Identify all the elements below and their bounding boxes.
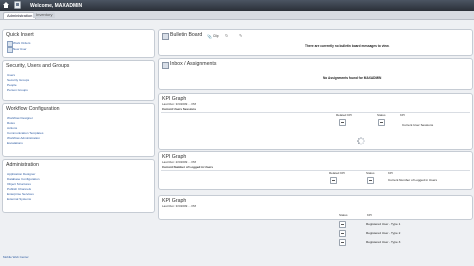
kpi-col-related-1: Related KPI <box>336 113 353 117</box>
link-publish-channels[interactable]: Publish Channels <box>7 187 31 191</box>
workflow-panel: Workflow Configuration Workflow Designer… <box>2 103 155 157</box>
kpi-name-1: Current Users Sessions <box>162 107 197 111</box>
link-external-systems[interactable]: External Systems <box>7 197 31 201</box>
inbox-icon <box>162 62 169 69</box>
welcome-text: Welcome, MAXADMIN <box>30 2 83 9</box>
kpi-value-3b: Registered User - Type 2 <box>366 231 401 235</box>
kpi-col-status-1: Status <box>377 113 386 117</box>
bulletin-icon <box>162 33 169 40</box>
administration-panel: Administration Application Designer Data… <box>2 159 155 213</box>
link-communication-templates[interactable]: Communication Templates <box>7 131 43 135</box>
related-kpi-button-1[interactable] <box>339 119 346 126</box>
kpi-col-related-2: Related KPI <box>329 171 346 175</box>
inbox-title: Inbox / Assignments <box>170 61 217 67</box>
link-object-structures[interactable]: Object Structures <box>7 182 31 186</box>
kpi-col-status-3: Status <box>339 213 348 217</box>
link-application-designer[interactable]: Application Designer <box>7 172 35 176</box>
link-escalations[interactable]: Escalations <box>7 141 23 145</box>
link-roles[interactable]: Roles <box>7 121 15 125</box>
footer-link[interactable]: Mobile Web Center <box>3 255 29 259</box>
related-kpi-button-2[interactable] <box>330 177 337 184</box>
kpi-value-3a: Registered User - Type 1 <box>366 222 401 226</box>
kpi-graph-panel-1: KPI Graph Last Run: 3/3/2009 ... PM Curr… <box>158 93 473 150</box>
quick-insert-item-work-orders[interactable]: Work Orders <box>13 41 30 45</box>
clip-button[interactable]: Clip <box>213 34 219 38</box>
inbox-message: No Assignments found for MAXADMIN <box>323 76 382 80</box>
clip-icon[interactable]: 📎 <box>207 34 212 39</box>
workflow-title: Workflow Configuration <box>6 106 60 112</box>
home-icon[interactable] <box>3 2 9 8</box>
link-database-configuration[interactable]: Database Configuration <box>7 177 40 181</box>
link-workflow-administration[interactable]: Workflow Administration <box>7 136 40 140</box>
link-users[interactable]: Users <box>7 73 15 77</box>
bulletin-board-panel: Bulletin Board 📎 Clip ↻ ✎ There are curr… <box>158 29 473 56</box>
bulletin-title: Bulletin Board <box>170 32 203 38</box>
kpi-last-run-3: Last Run: 3/3/2009 ... PM <box>162 204 197 208</box>
kpi-col-status-2: Status <box>366 171 375 175</box>
kpi-graph-panel-2: KPI Graph Last Run: 2/3/2009 ... PM Curr… <box>158 151 473 190</box>
kpi-graph-panel-3: KPI Graph Last Run: 3/3/2009 ... PM Stat… <box>158 195 473 220</box>
kpi-col-kpi-1: KPI <box>400 113 405 117</box>
tab-bar: Administration Inventory <box>0 11 474 20</box>
tab-inventory[interactable]: Inventory <box>33 12 56 18</box>
kpi-col-kpi-3: KPI <box>367 213 372 217</box>
status-button-3c[interactable] <box>339 239 346 246</box>
status-button-3a[interactable] <box>339 221 346 228</box>
refresh-icon[interactable]: ↻ <box>225 33 228 38</box>
link-person-groups[interactable]: Person Groups <box>7 88 28 92</box>
kpi-last-run-2: Last Run: 2/3/2009 ... PM <box>162 160 197 164</box>
inbox-panel: Inbox / Assignments No Assignments found… <box>158 58 473 90</box>
kpi-name-2: Current Number of Logged in Users <box>162 165 214 169</box>
status-button-3b[interactable] <box>339 230 346 237</box>
kpi-value-2: Current Number of Logged in Users <box>388 178 438 182</box>
security-panel: Security, Users and Groups Users Securit… <box>2 60 155 101</box>
link-workflow-designer[interactable]: Workflow Designer <box>7 116 33 120</box>
link-security-groups[interactable]: Security Groups <box>7 78 29 82</box>
kpi-last-run-1: Last Run: 3/3/2009 ... PM <box>162 102 197 106</box>
kpi-divider-1 <box>161 112 470 113</box>
quick-insert-title: Quick Insert <box>6 32 34 38</box>
kpi-value-1: Current User Sessions <box>402 123 434 127</box>
status-button-2[interactable] <box>367 177 374 184</box>
link-enterprise-services[interactable]: Enterprise Services <box>7 192 34 196</box>
top-bar: Welcome, MAXADMIN <box>0 0 474 11</box>
link-actions[interactable]: Actions <box>7 126 17 130</box>
quick-insert-panel: Quick Insert Work Orders New User <box>2 29 155 58</box>
security-title: Security, Users and Groups <box>6 63 70 69</box>
administration-title: Administration <box>6 162 39 168</box>
user-icon[interactable] <box>14 1 21 9</box>
tab-administration[interactable]: Administration <box>3 12 37 19</box>
link-people[interactable]: People <box>7 83 17 87</box>
status-button-1[interactable] <box>378 119 385 126</box>
edit-icon[interactable]: ✎ <box>239 33 242 38</box>
kpi-divider-2 <box>161 170 470 171</box>
kpi-value-3c: Registered User - Type 3 <box>366 240 401 244</box>
quick-insert-item-new-user[interactable]: New User <box>13 47 27 51</box>
bulletin-message: There are currently no bulletin board me… <box>305 44 390 48</box>
loading-spinner-icon <box>357 137 365 145</box>
kpi-col-kpi-2: KPI <box>388 171 393 175</box>
